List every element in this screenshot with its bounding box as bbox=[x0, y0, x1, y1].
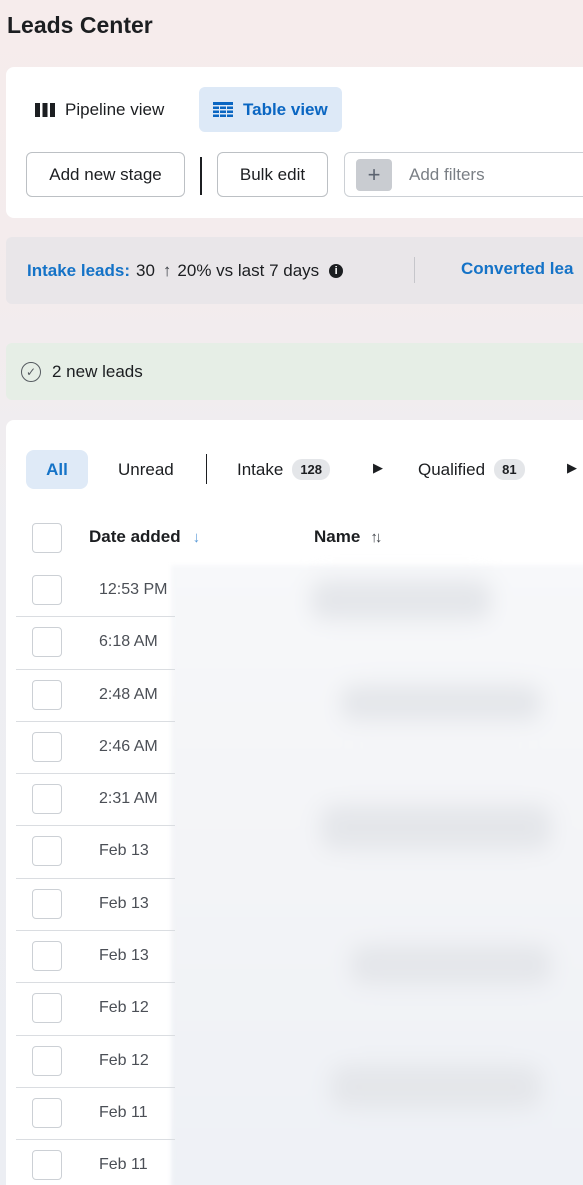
row-checkbox[interactable] bbox=[32, 1097, 62, 1128]
sort-both-icon[interactable]: ↑↓ bbox=[370, 529, 382, 546]
table-row[interactable]: 12:53 PM bbox=[16, 565, 583, 618]
row-checkbox[interactable] bbox=[32, 784, 62, 815]
date-cell: Feb 13 bbox=[99, 842, 149, 860]
row-checkbox[interactable] bbox=[32, 941, 62, 972]
caret-right-icon[interactable]: ▶ bbox=[567, 460, 577, 476]
check-circle-icon: ✓ bbox=[21, 361, 41, 382]
table-view-button[interactable]: Table view bbox=[199, 87, 342, 132]
table-row[interactable]: 2:48 AM bbox=[16, 670, 583, 722]
row-checkbox[interactable] bbox=[32, 993, 62, 1024]
date-cell: 2:48 AM bbox=[99, 685, 158, 703]
tab-all[interactable]: All bbox=[26, 450, 88, 489]
table-view-label: Table view bbox=[243, 99, 328, 119]
row-checkbox[interactable] bbox=[32, 888, 62, 919]
date-added-label: Date added bbox=[89, 527, 181, 546]
arrow-up-icon: ↑ bbox=[162, 260, 172, 280]
table-row[interactable]: 2:31 AM bbox=[16, 774, 583, 827]
plus-icon[interactable]: + bbox=[356, 158, 392, 191]
tab-qualified-label: Qualified bbox=[418, 459, 486, 479]
date-cell: 2:46 AM bbox=[99, 737, 158, 755]
table-icon bbox=[213, 101, 233, 117]
column-header-date-added[interactable]: Date added ↓ bbox=[89, 527, 200, 547]
date-cell: Feb 13 bbox=[99, 947, 149, 965]
row-checkbox[interactable] bbox=[32, 1045, 62, 1076]
row-checkbox[interactable] bbox=[32, 836, 62, 867]
filter-placeholder: Add filters bbox=[409, 164, 485, 184]
converted-leads-label[interactable]: Converted lea bbox=[461, 259, 573, 279]
intake-change-text: 20% vs last 7 days bbox=[177, 260, 320, 280]
row-checkbox[interactable] bbox=[32, 679, 62, 710]
columns-icon bbox=[35, 102, 55, 117]
stats-divider bbox=[414, 257, 415, 283]
row-checkbox[interactable] bbox=[32, 575, 62, 605]
row-checkbox[interactable] bbox=[32, 1150, 62, 1181]
tab-unread[interactable]: Unread bbox=[118, 450, 174, 489]
date-cell: 2:31 AM bbox=[99, 790, 158, 808]
table-row[interactable]: Feb 11 bbox=[16, 1088, 583, 1141]
toolbar-divider bbox=[200, 157, 202, 195]
date-cell: Feb 11 bbox=[99, 1103, 148, 1121]
date-cell: Feb 13 bbox=[99, 894, 149, 912]
add-filters-input[interactable]: + Add filters bbox=[344, 152, 583, 197]
tab-qualified[interactable]: Qualified 81 bbox=[418, 450, 525, 489]
info-icon[interactable]: i bbox=[329, 263, 344, 278]
column-header-name[interactable]: Name ↑↓ bbox=[314, 527, 382, 547]
table-row[interactable]: Feb 11 bbox=[16, 1140, 583, 1185]
page-title: Leads Center bbox=[7, 12, 153, 38]
select-all-checkbox[interactable] bbox=[32, 523, 62, 553]
date-cell: Feb 12 bbox=[99, 999, 149, 1017]
date-cell: Feb 11 bbox=[99, 1156, 148, 1174]
table-row[interactable]: 2:46 AM bbox=[16, 722, 583, 775]
date-cell: Feb 12 bbox=[99, 1051, 149, 1069]
tab-intake-label: Intake bbox=[237, 459, 284, 479]
qualified-count-badge: 81 bbox=[494, 459, 525, 480]
table-row[interactable]: Feb 13 bbox=[16, 931, 583, 984]
pipeline-view-label: Pipeline view bbox=[65, 99, 165, 119]
row-checkbox[interactable] bbox=[32, 627, 62, 658]
new-leads-banner: ✓ 2 new leads bbox=[6, 343, 583, 400]
tab-divider bbox=[206, 454, 207, 484]
table-row[interactable]: Feb 13 bbox=[16, 879, 583, 932]
tab-intake[interactable]: Intake 128 bbox=[237, 450, 331, 489]
table-row[interactable]: Feb 12 bbox=[16, 1036, 583, 1088]
toolbar-card: Pipeline view Table view Add new stage B… bbox=[6, 67, 583, 218]
row-checkbox[interactable] bbox=[32, 731, 62, 762]
sort-down-icon[interactable]: ↓ bbox=[193, 529, 201, 546]
intake-leads-value: 30 bbox=[136, 260, 155, 280]
table-row[interactable]: Feb 13 bbox=[16, 826, 583, 879]
new-leads-text: 2 new leads bbox=[52, 361, 143, 381]
stats-bar: Intake leads: 30 ↑ 20% vs last 7 days i … bbox=[6, 237, 583, 304]
add-new-stage-button[interactable]: Add new stage bbox=[26, 152, 185, 197]
pipeline-view-button[interactable]: Pipeline view bbox=[21, 87, 178, 132]
table-row[interactable]: Feb 12 bbox=[16, 983, 583, 1036]
date-cell: 12:53 PM bbox=[99, 581, 168, 598]
leads-table-card: All Unread Intake 128 ▶ Qualified 81 ▶ D… bbox=[6, 420, 583, 1185]
date-cell: 6:18 AM bbox=[99, 633, 158, 651]
bulk-edit-button[interactable]: Bulk edit bbox=[217, 152, 328, 197]
intake-count-badge: 128 bbox=[292, 459, 331, 480]
name-label: Name bbox=[314, 527, 361, 546]
table-rows: 12:53 PM 6:18 AM 2:48 AM 2:46 AM 2:31 AM Feb … bbox=[16, 565, 583, 1185]
caret-right-icon[interactable]: ▶ bbox=[373, 460, 383, 476]
intake-leads-label[interactable]: Intake leads: bbox=[27, 261, 130, 281]
table-row[interactable]: 6:18 AM bbox=[16, 617, 583, 670]
